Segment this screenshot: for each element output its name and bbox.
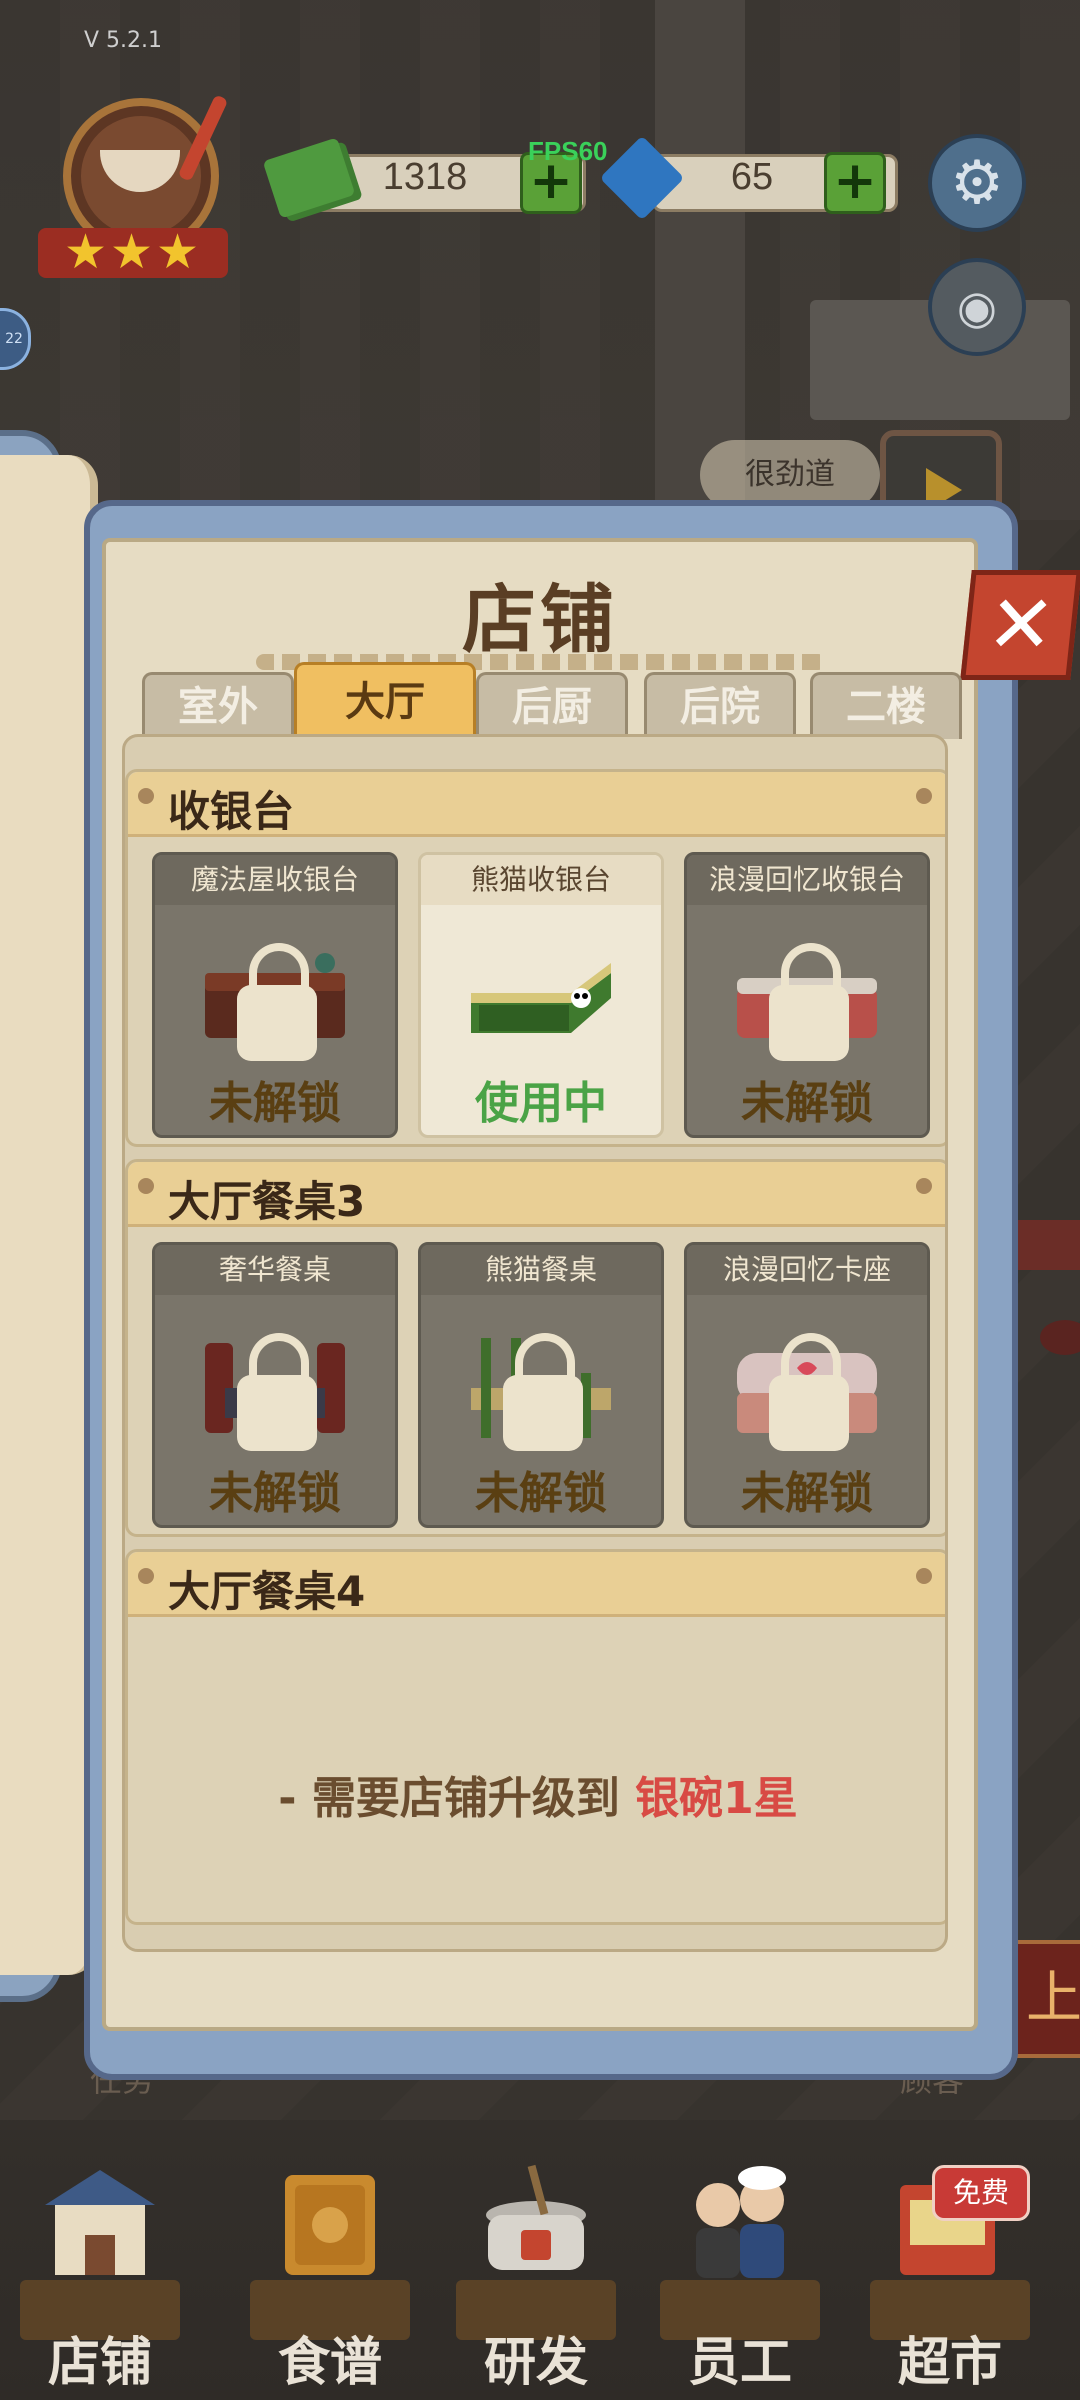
camera-button[interactable]: ◉ xyxy=(928,258,1026,356)
requirement-text: - 需要店铺升级到 xyxy=(278,1773,636,1824)
item-card-romance-cashier[interactable]: 浪漫回忆收银台 未解锁 xyxy=(684,852,930,1138)
item-card-romance-booth[interactable]: 浪漫回忆卡座 未解锁 xyxy=(684,1242,930,1528)
settings-button[interactable]: ⚙ xyxy=(928,134,1026,232)
tab-backyard[interactable]: 后院 xyxy=(644,672,796,739)
item-status: 未解锁 xyxy=(741,1078,873,1129)
header-dot xyxy=(138,1178,154,1194)
item-status: 未解锁 xyxy=(475,1468,607,1519)
item-name: 熊猫收银台 xyxy=(421,855,661,905)
version-label: V 5.2.1 xyxy=(84,28,163,53)
staff-icon xyxy=(696,2166,786,2278)
gear-icon: ⚙ xyxy=(950,148,1004,218)
requirement-target: 银碗1星 xyxy=(635,1773,798,1824)
close-icon: ✕ xyxy=(982,578,1060,671)
section-title: 大厅餐桌4 xyxy=(168,1567,366,1616)
nav-staff[interactable]: 员工 xyxy=(640,2130,840,2400)
upgrade-requirement: - 需要店铺升级到 银碗1星 xyxy=(128,1762,945,1826)
section-title: 收银台 xyxy=(168,787,295,836)
item-name: 魔法屋收银台 xyxy=(155,855,395,905)
free-badge: 免费 xyxy=(932,2165,1030,2221)
tab-kitchen[interactable]: 后厨 xyxy=(476,672,628,739)
tab-hall[interactable]: 大厅 xyxy=(294,662,476,739)
tab-second-floor[interactable]: 二楼 xyxy=(810,672,962,739)
lock-icon xyxy=(503,1333,583,1451)
item-card-magic-cashier[interactable]: 魔法屋收银台 未解锁 xyxy=(152,852,398,1138)
item-card-luxury-table[interactable]: 奢华餐桌 未解锁 xyxy=(152,1242,398,1528)
nav-research[interactable]: 研发 xyxy=(436,2130,636,2400)
header-dot xyxy=(916,788,932,804)
lock-icon xyxy=(237,943,317,1061)
item-name: 奢华餐桌 xyxy=(155,1245,395,1295)
section-cashier: 收银台 魔法屋收银台 未解锁 熊猫收银台 使用中 浪漫回忆收银台 未解锁 xyxy=(125,769,945,1147)
nav-label: 员工 xyxy=(687,2333,792,2393)
nav-label: 超市 xyxy=(897,2333,1002,2393)
cash-value: 1318 xyxy=(382,156,468,198)
section-title: 大厅餐桌3 xyxy=(168,1177,366,1226)
recipe-book-icon xyxy=(285,2175,375,2275)
star-icon: ★ xyxy=(110,224,154,280)
item-status: 未解锁 xyxy=(209,1468,341,1519)
lock-icon xyxy=(769,1333,849,1451)
tab-outdoor[interactable]: 室外 xyxy=(142,672,294,739)
section-header: 大厅餐桌4 xyxy=(128,1552,945,1617)
nav-recipes[interactable]: 食谱 xyxy=(230,2130,430,2400)
cooking-pot-icon xyxy=(486,2164,586,2270)
section-hall-table-4: 大厅餐桌4 - 需要店铺升级到 银碗1星 xyxy=(125,1549,945,1925)
item-status: 未解锁 xyxy=(741,1468,873,1519)
nav-label: 食谱 xyxy=(277,2333,382,2393)
furniture-list[interactable]: 收银台 魔法屋收银台 未解锁 熊猫收银台 使用中 浪漫回忆收银台 未解锁 大厅餐… xyxy=(122,734,948,1952)
item-card-panda-cashier[interactable]: 熊猫收银台 使用中 xyxy=(418,852,664,1138)
add-gems-button[interactable]: + xyxy=(824,152,886,214)
panel-title: 店铺 xyxy=(462,577,618,663)
item-name: 熊猫餐桌 xyxy=(421,1245,661,1295)
lock-icon xyxy=(237,1333,317,1451)
nav-label: 研发 xyxy=(483,2333,588,2393)
fps-counter: FPS60 xyxy=(528,136,608,166)
item-name: 浪漫回忆收银台 xyxy=(687,855,927,905)
close-button[interactable]: ✕ xyxy=(960,570,1080,680)
bottom-nav: 店铺 食谱 研发 员工 超市 xyxy=(0,2130,1080,2400)
gem-value: 65 xyxy=(730,156,774,198)
restaurant-rank-emblem[interactable]: ★ ★ ★ xyxy=(28,88,238,288)
star-icon: ★ xyxy=(156,224,200,280)
header-dot xyxy=(916,1568,932,1584)
camera-icon: ◉ xyxy=(956,280,998,334)
item-status: 未解锁 xyxy=(209,1078,341,1129)
nav-label: 店铺 xyxy=(47,2333,152,2393)
header-dot xyxy=(138,1568,154,1584)
category-tabs: 室外 大厅 后厨 后院 二楼 xyxy=(142,662,962,739)
item-name: 浪漫回忆卡座 xyxy=(687,1245,927,1295)
panda-cashier-image xyxy=(471,963,611,1033)
gem-counter: 65 + xyxy=(599,135,898,221)
header-dot xyxy=(138,788,154,804)
nav-shop[interactable]: 店铺 xyxy=(0,2130,200,2400)
star-icon: ★ xyxy=(64,224,108,280)
header-dot xyxy=(916,1178,932,1194)
shop-icon xyxy=(45,2170,155,2275)
section-header: 大厅餐桌3 xyxy=(128,1162,945,1227)
item-card-panda-table[interactable]: 熊猫餐桌 未解锁 xyxy=(418,1242,664,1528)
section-hall-table-3: 大厅餐桌3 奢华餐桌 未解锁 熊猫餐桌 未解锁 浪漫回忆卡座 未解锁 xyxy=(125,1159,945,1537)
lock-icon xyxy=(769,943,849,1061)
section-header: 收银台 xyxy=(128,772,945,837)
item-status: 使用中 xyxy=(475,1078,607,1129)
